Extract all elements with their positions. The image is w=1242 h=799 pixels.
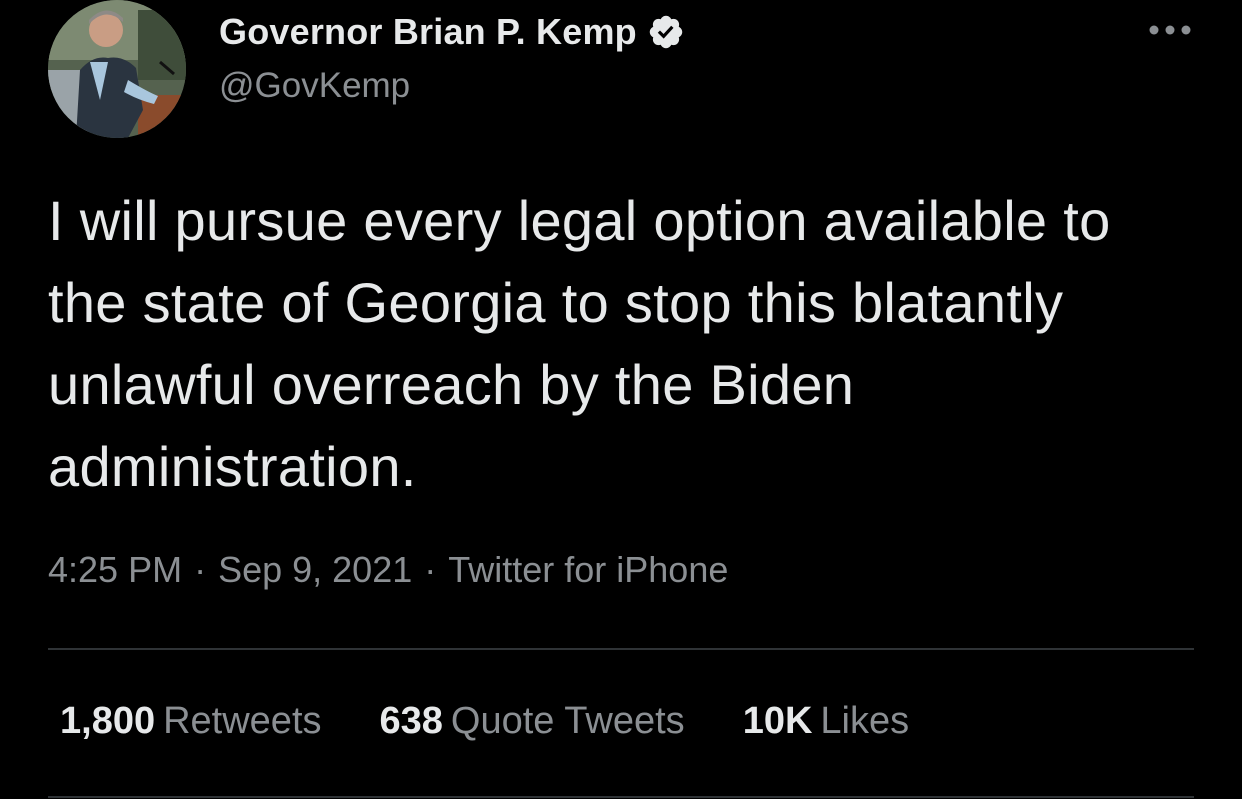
divider bbox=[48, 648, 1194, 650]
more-options-button[interactable] bbox=[1146, 15, 1194, 45]
more-options-icon bbox=[1149, 25, 1191, 35]
likes-label: Likes bbox=[820, 700, 910, 742]
retweets-count: 1,800 bbox=[60, 700, 156, 742]
avatar-photo-icon bbox=[48, 0, 186, 138]
likes-count: 10K bbox=[742, 700, 813, 742]
tweet-date[interactable]: Sep 9, 2021 bbox=[218, 549, 412, 590]
tweet-source[interactable]: Twitter for iPhone bbox=[448, 549, 728, 590]
user-handle[interactable]: @GovKemp bbox=[219, 66, 410, 106]
tweet-text: I will pursue every legal option availab… bbox=[48, 189, 1111, 498]
divider bbox=[48, 796, 1194, 798]
quote-tweets-label: Quote Tweets bbox=[450, 700, 685, 742]
retweets-stat[interactable]: 1,800 Retweets bbox=[60, 700, 322, 743]
display-name[interactable]: Governor Brian P. Kemp bbox=[219, 11, 637, 53]
meta-separator: · bbox=[194, 549, 207, 590]
tweet-metadata: 4:25 PM · Sep 9, 2021 · Twitter for iPhone bbox=[48, 549, 728, 591]
display-name-row[interactable]: Governor Brian P. Kemp bbox=[219, 8, 685, 56]
avatar[interactable] bbox=[48, 0, 186, 138]
verified-badge-icon bbox=[647, 13, 685, 51]
tweet-time[interactable]: 4:25 PM bbox=[48, 549, 182, 590]
meta-separator: · bbox=[424, 549, 437, 590]
retweets-label: Retweets bbox=[163, 700, 322, 742]
likes-stat[interactable]: 10K Likes bbox=[743, 700, 909, 743]
tweet-stats: 1,800 Retweets 638 Quote Tweets 10K Likes bbox=[60, 700, 967, 743]
quote-tweets-stat[interactable]: 638 Quote Tweets bbox=[380, 700, 685, 743]
tweet-detail: Governor Brian P. Kemp @GovKemp I will p… bbox=[0, 0, 1242, 799]
quote-tweets-count: 638 bbox=[379, 700, 443, 742]
